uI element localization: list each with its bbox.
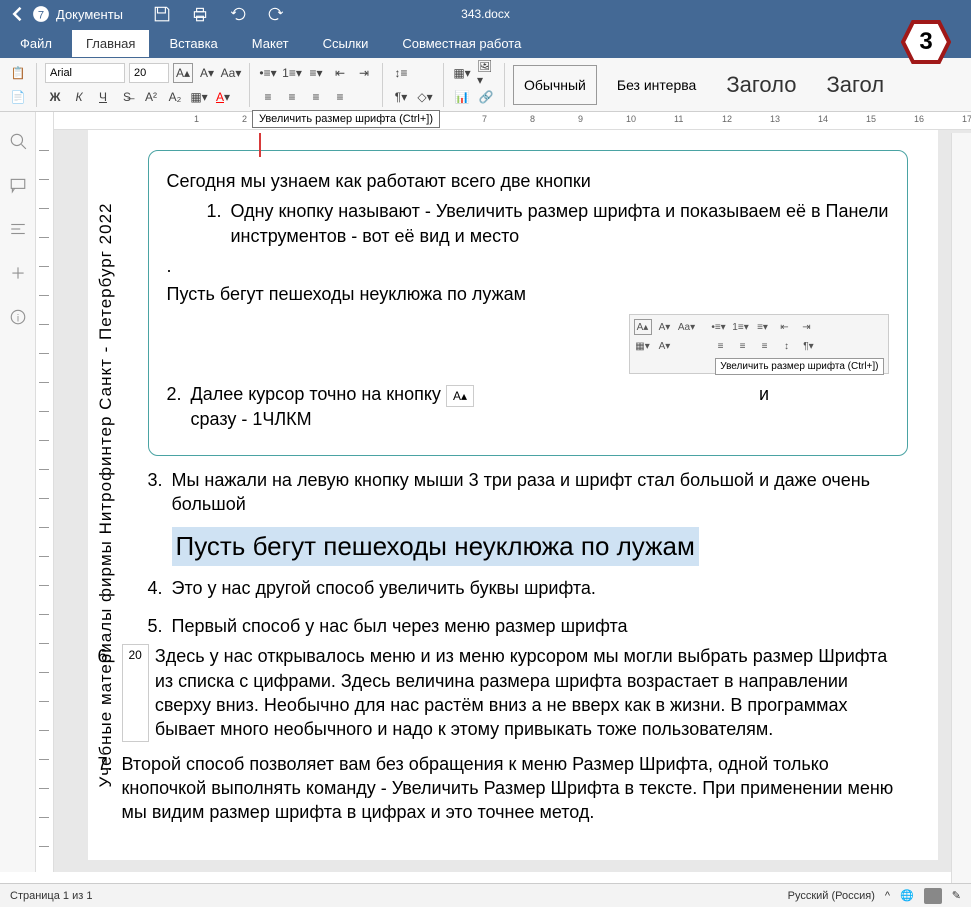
undo-icon[interactable] xyxy=(229,5,247,23)
headings-icon[interactable] xyxy=(9,220,27,238)
intro-text: Сегодня мы узнаем как работают всего две… xyxy=(167,169,889,193)
superscript-icon[interactable]: A² xyxy=(141,87,161,107)
mini-fontcolor-icon[interactable]: A▾ xyxy=(656,338,674,354)
page: Учебные материалы фирмы Нитрофинтер Санк… xyxy=(88,130,938,860)
print-icon[interactable] xyxy=(191,5,209,23)
insert-chart-icon[interactable]: 📊 xyxy=(452,87,472,107)
right-sidebar xyxy=(951,133,971,883)
statusbar: Страница 1 из 1 Русский (Россия) ^ 🌐 ✎ xyxy=(0,883,971,907)
mini-decrease-font-icon[interactable]: A▾ xyxy=(656,319,674,335)
page-counter: Страница 1 из 1 xyxy=(10,890,92,902)
mini-para-icon[interactable]: ¶▾ xyxy=(800,338,818,354)
about-icon[interactable]: i xyxy=(9,308,27,326)
language-label[interactable]: Русский (Россия) xyxy=(788,890,875,902)
highlighted-sample: Пусть бегут пешеходы неуклюжа по лужам xyxy=(172,527,699,566)
align-justify-icon[interactable]: ≡ xyxy=(330,87,350,107)
insert-image-icon[interactable]: 🖼▾ xyxy=(476,63,496,83)
style-heading2[interactable]: Загол xyxy=(816,65,894,105)
highlight-icon[interactable]: ▦▾ xyxy=(189,87,209,107)
multilevel-icon[interactable]: ≡▾ xyxy=(306,63,326,83)
size-chip[interactable]: 20 xyxy=(122,644,149,741)
subscript-icon[interactable]: A₂ xyxy=(165,87,185,107)
document-name: 343.docx xyxy=(461,7,510,21)
mini-highlight-icon[interactable]: ▦▾ xyxy=(634,338,652,354)
change-case-icon[interactable]: Aa▾ xyxy=(221,63,241,83)
paste-icon[interactable]: 📄 xyxy=(8,87,28,107)
align-left-icon[interactable]: ≡ xyxy=(258,87,278,107)
track-changes-icon[interactable]: ✎ xyxy=(952,889,961,902)
mini-bullets-icon[interactable]: •≡▾ xyxy=(710,319,728,335)
toolbar: 📋 📄 A▴ A▾ Aa▾ Ж К Ч S̶ A² A₂ ▦▾ A▾ •≡▾ 1… xyxy=(0,58,971,112)
paragraph-icon[interactable]: ¶▾ xyxy=(391,87,411,107)
underline-icon[interactable]: Ч xyxy=(93,87,113,107)
framed-block: Сегодня мы узнаем как работают всего две… xyxy=(148,150,908,456)
font-increase-chip: A▴ xyxy=(446,385,474,407)
document-area: 123456789101112131415161718 Учебные мате… xyxy=(54,112,971,872)
mini-spacing-icon[interactable]: ↕ xyxy=(778,338,796,354)
app-logo-icon: 7 xyxy=(32,5,50,23)
menubar: Файл Главная Вставка Макет Ссылки Совмес… xyxy=(0,28,971,58)
increase-font-icon[interactable]: A▴ xyxy=(173,63,193,83)
bold-icon[interactable]: Ж xyxy=(45,87,65,107)
italic-icon[interactable]: К xyxy=(69,87,89,107)
svg-text:i: i xyxy=(16,314,18,325)
horizontal-ruler: 123456789101112131415161718 xyxy=(54,112,971,130)
step-badge: 3 xyxy=(901,20,951,64)
redo-icon[interactable] xyxy=(267,5,285,23)
insert-link-icon[interactable]: 🔗 xyxy=(476,87,496,107)
mini-indent-icon[interactable]: ⇥ xyxy=(798,319,816,335)
mini-multilevel-icon[interactable]: ≡▾ xyxy=(754,319,772,335)
mini-tooltip: Увеличить размер шрифта (Ctrl+]) xyxy=(715,358,883,376)
spellcheck-icon[interactable] xyxy=(924,888,942,904)
copy-icon[interactable]: 📋 xyxy=(8,63,28,83)
mini-increase-font-icon[interactable]: A▴ xyxy=(634,319,652,335)
svg-text:7: 7 xyxy=(38,10,44,22)
mini-align2-icon[interactable]: ≡ xyxy=(734,338,752,354)
feedback-icon[interactable] xyxy=(9,264,27,282)
mini-dedent-icon[interactable]: ⇤ xyxy=(776,319,794,335)
vertical-watermark: Учебные материалы фирмы Нитрофинтер Санк… xyxy=(96,203,116,788)
align-center-icon[interactable]: ≡ xyxy=(282,87,302,107)
shading-icon[interactable]: ◇▾ xyxy=(415,87,435,107)
font-select[interactable] xyxy=(45,63,125,83)
tab-insert[interactable]: Вставка xyxy=(155,30,231,57)
strike-icon[interactable]: S̶ xyxy=(117,87,137,107)
insert-table-icon[interactable]: ▦▾ xyxy=(452,63,472,83)
mini-align-icon[interactable]: ≡ xyxy=(712,338,730,354)
style-nospacing[interactable]: Без интерва xyxy=(607,65,706,105)
chevron-up-icon[interactable]: ^ xyxy=(885,890,890,902)
workspace: i 123456789101112131415161718 Учебные ма… xyxy=(0,112,971,872)
align-right-icon[interactable]: ≡ xyxy=(306,87,326,107)
comments-icon[interactable] xyxy=(9,176,27,194)
indent-icon[interactable]: ⇥ xyxy=(354,63,374,83)
dedent-icon[interactable]: ⇤ xyxy=(330,63,350,83)
tooltip: Увеличить размер шрифта (Ctrl+]) xyxy=(252,110,440,128)
font-color-icon[interactable]: A▾ xyxy=(213,87,233,107)
tab-references[interactable]: Ссылки xyxy=(309,30,383,57)
tab-layout[interactable]: Макет xyxy=(238,30,303,57)
search-icon[interactable] xyxy=(9,132,27,150)
mini-toolbar: A▴ A▾ Aa▾ •≡▾ 1≡▾ ≡▾ ⇤ ⇥ ▦▾ A▾ xyxy=(629,314,889,374)
font-size-select[interactable] xyxy=(129,63,169,83)
sample-text: Пусть бегут пешеходы неуклюжа по лужам xyxy=(167,282,889,306)
docs-label: Документы xyxy=(56,7,123,22)
mini-numbering-icon[interactable]: 1≡▾ xyxy=(732,319,750,335)
back-icon[interactable] xyxy=(8,4,28,24)
style-heading1[interactable]: Заголо xyxy=(716,65,806,105)
line-spacing-icon[interactable]: ↕≡ xyxy=(391,63,411,83)
numbering-icon[interactable]: 1≡▾ xyxy=(282,63,302,83)
tab-collab[interactable]: Совместная работа xyxy=(388,30,535,57)
style-normal[interactable]: Обычный xyxy=(513,65,597,105)
mini-case-icon[interactable]: Aa▾ xyxy=(678,319,696,335)
vertical-ruler xyxy=(36,112,54,872)
globe-icon[interactable]: 🌐 xyxy=(900,889,914,902)
bullets-icon[interactable]: •≡▾ xyxy=(258,63,278,83)
decrease-font-icon[interactable]: A▾ xyxy=(197,63,217,83)
titlebar: 7 Документы 343.docx xyxy=(0,0,971,28)
left-sidebar: i xyxy=(0,112,36,872)
save-icon[interactable] xyxy=(153,5,171,23)
mini-align3-icon[interactable]: ≡ xyxy=(756,338,774,354)
tab-home[interactable]: Главная xyxy=(72,30,149,57)
tab-file[interactable]: Файл xyxy=(6,30,66,57)
